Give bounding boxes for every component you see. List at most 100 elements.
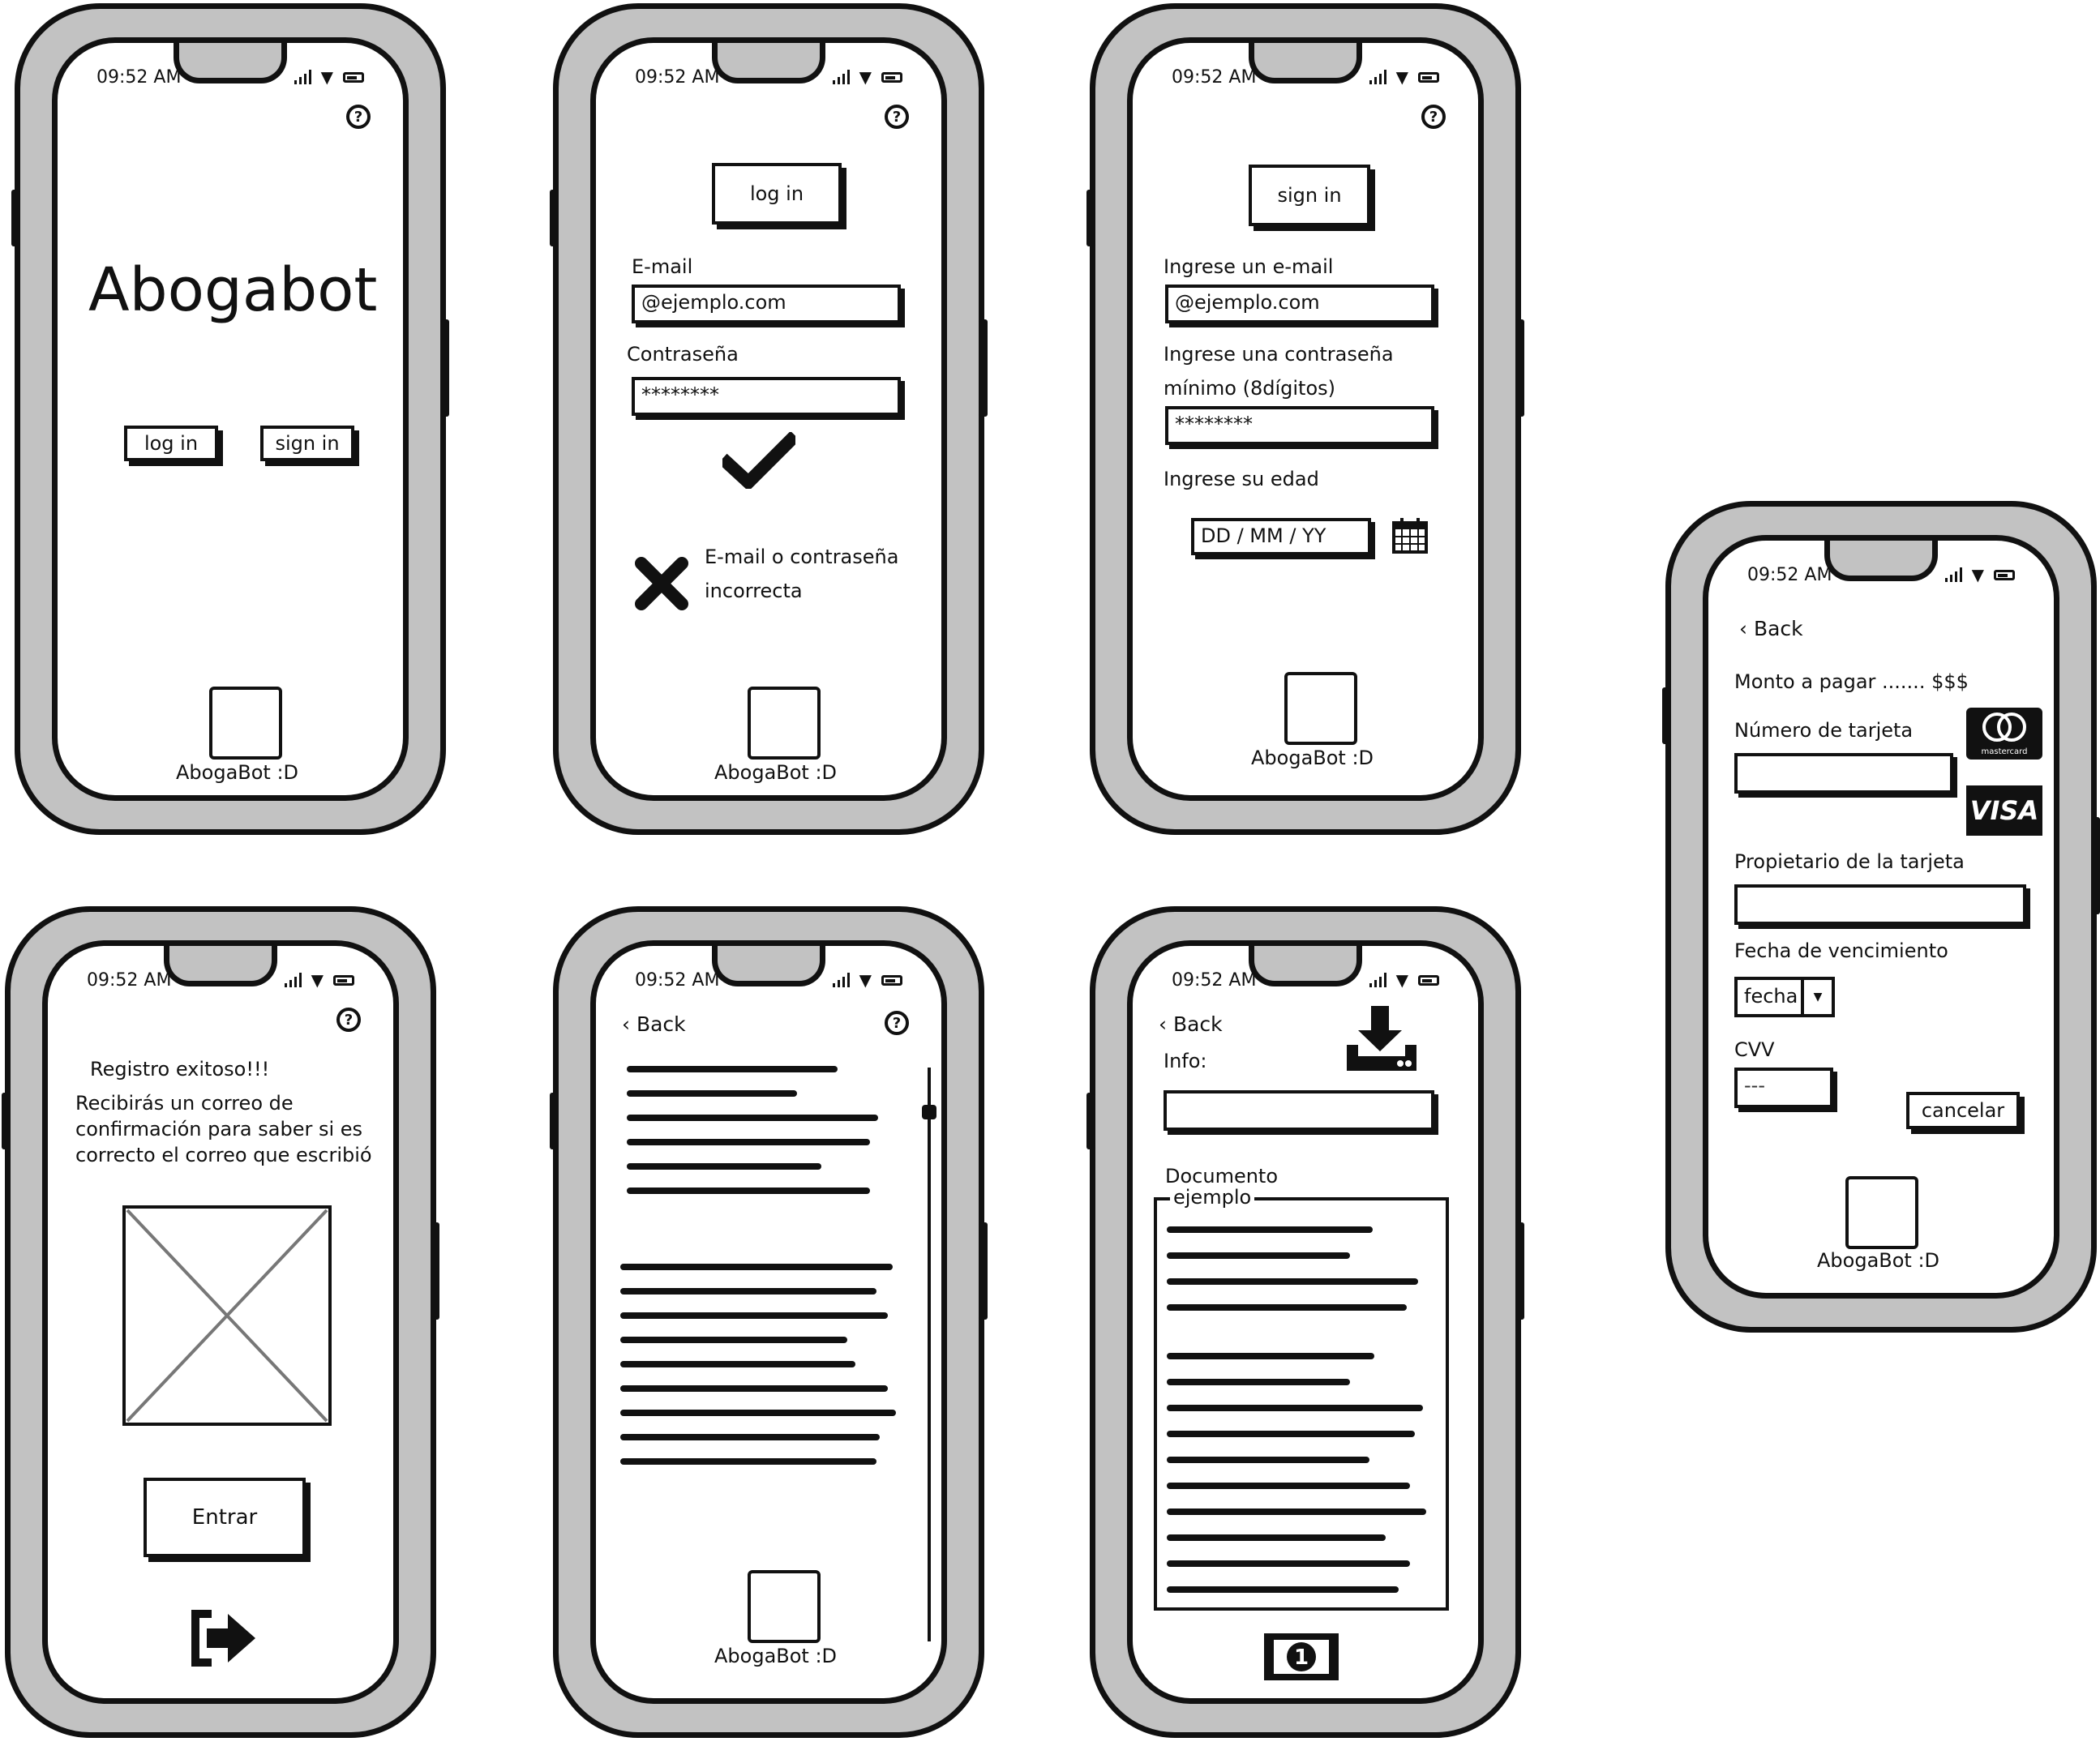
bot-avatar bbox=[748, 1570, 821, 1643]
status-icons: ▼ bbox=[1369, 67, 1439, 87]
text-line bbox=[620, 1264, 893, 1270]
screen: 09:52 AM ▼ ? Registro exitoso!!! Recibir… bbox=[42, 940, 399, 1704]
side-button bbox=[1086, 1093, 1095, 1149]
visa-logo[interactable]: VISA bbox=[1966, 785, 2042, 836]
side-button bbox=[1662, 687, 1671, 744]
email-label: Ingrese un e-mail bbox=[1164, 255, 1334, 278]
notch bbox=[164, 946, 277, 986]
mastercard-icon bbox=[1982, 713, 2026, 742]
info-input[interactable] bbox=[1164, 1090, 1434, 1131]
password-hint: mínimo (8dígitos) bbox=[1164, 377, 1336, 400]
error-line-2: incorrecta bbox=[705, 580, 803, 602]
text-line bbox=[620, 1337, 847, 1343]
battery-icon bbox=[343, 71, 364, 83]
expiry-select[interactable]: fecha ▼ bbox=[1734, 977, 1835, 1017]
document-box bbox=[1154, 1197, 1449, 1611]
side-button bbox=[1515, 1222, 1524, 1320]
battery-icon bbox=[1418, 71, 1439, 83]
help-icon[interactable]: ? bbox=[885, 105, 909, 129]
amount-label: Monto a pagar ....... $$$ bbox=[1734, 670, 1969, 693]
password-label: Contraseña bbox=[627, 343, 739, 366]
signin-button[interactable]: sign in bbox=[1249, 165, 1370, 226]
bot-avatar bbox=[1845, 1176, 1918, 1249]
help-icon[interactable]: ? bbox=[346, 105, 371, 129]
phone-registered: 09:52 AM ▼ ? Registro exitoso!!! Recibir… bbox=[2, 906, 439, 1738]
bot-label: AbogaBot :D bbox=[714, 761, 838, 784]
status-icons: ▼ bbox=[1944, 565, 2015, 584]
owner-label: Propietario de la tarjeta bbox=[1734, 850, 1965, 873]
money-icon[interactable]: 1 bbox=[1262, 1632, 1340, 1682]
expiry-select-value: fecha bbox=[1744, 985, 1798, 1008]
text-line bbox=[1167, 1508, 1426, 1515]
phone-welcome: 09:52 AM ▼ ? Abogabot log in sign in Abo… bbox=[11, 3, 449, 835]
age-label: Ingrese su edad bbox=[1164, 468, 1319, 490]
cancel-button[interactable]: cancelar bbox=[1906, 1092, 2020, 1129]
password-input[interactable]: ******** bbox=[632, 377, 901, 416]
battery-icon bbox=[333, 974, 354, 986]
side-button bbox=[979, 1222, 988, 1320]
text-line bbox=[627, 1139, 870, 1145]
password-label: Ingrese una contraseña bbox=[1164, 343, 1394, 366]
text-line bbox=[620, 1434, 880, 1440]
document-legend: ejemplo bbox=[1170, 1186, 1255, 1209]
text-line bbox=[620, 1385, 888, 1392]
wifi-icon: ▼ bbox=[859, 67, 872, 87]
notch bbox=[1249, 43, 1362, 83]
side-button bbox=[11, 190, 20, 246]
text-line bbox=[620, 1458, 876, 1465]
signal-icon bbox=[284, 973, 302, 987]
owner-input[interactable] bbox=[1734, 884, 2026, 925]
side-button bbox=[440, 319, 449, 417]
mastercard-logo[interactable]: mastercard bbox=[1966, 708, 2042, 760]
wifi-icon: ▼ bbox=[1971, 565, 1984, 584]
text-line bbox=[627, 1066, 838, 1072]
email-input[interactable]: @ejemplo.com bbox=[632, 285, 901, 323]
app-title: Abogabot bbox=[88, 255, 378, 325]
card-number-input[interactable] bbox=[1734, 753, 1953, 794]
scrollbar-thumb[interactable] bbox=[922, 1105, 936, 1119]
battery-icon bbox=[1994, 569, 2015, 580]
status-time: 09:52 AM bbox=[87, 970, 172, 991]
text-line bbox=[1167, 1586, 1399, 1593]
chevron-left-icon: ‹ bbox=[1159, 1012, 1167, 1036]
error-line-1: E-mail o contraseña bbox=[705, 546, 899, 568]
status-time: 09:52 AM bbox=[635, 67, 720, 88]
back-button[interactable]: ‹ Back bbox=[622, 1012, 686, 1036]
screen: 09:52 AM ▼ ‹ Back Monto a pagar ....... … bbox=[1703, 535, 2059, 1299]
document-label: Documento bbox=[1165, 1165, 1279, 1188]
bot-avatar bbox=[209, 687, 282, 760]
download-icon[interactable] bbox=[1344, 1004, 1421, 1074]
wifi-icon: ▼ bbox=[859, 970, 872, 990]
side-button bbox=[1515, 319, 1524, 417]
expiry-label: Fecha de vencimiento bbox=[1734, 939, 1948, 962]
exit-icon[interactable] bbox=[187, 1609, 260, 1667]
scrollbar[interactable] bbox=[928, 1068, 931, 1641]
signal-icon bbox=[1944, 567, 1962, 582]
status-time: 09:52 AM bbox=[635, 970, 720, 991]
battery-icon bbox=[881, 71, 902, 83]
date-input[interactable]: DD / MM / YY bbox=[1191, 518, 1371, 555]
enter-button[interactable]: Entrar bbox=[144, 1478, 306, 1557]
status-icons: ▼ bbox=[1369, 970, 1439, 990]
help-icon[interactable]: ? bbox=[885, 1011, 909, 1035]
back-button[interactable]: ‹ Back bbox=[1159, 1012, 1223, 1036]
back-button[interactable]: ‹ Back bbox=[1739, 617, 1803, 640]
phone-login: 09:52 AM ▼ ? log in E-mail @ejemplo.com … bbox=[550, 3, 988, 835]
help-icon[interactable]: ? bbox=[336, 1008, 361, 1032]
password-input[interactable]: ******** bbox=[1165, 406, 1434, 445]
login-button[interactable]: log in bbox=[712, 163, 842, 225]
bot-label: AbogaBot :D bbox=[1251, 747, 1374, 769]
help-icon[interactable]: ? bbox=[1421, 105, 1446, 129]
back-label: Back bbox=[1172, 1012, 1223, 1036]
status-icons: ▼ bbox=[284, 970, 354, 990]
message-line-1: Recibirás un correo de bbox=[75, 1092, 294, 1115]
calendar-icon[interactable] bbox=[1391, 516, 1429, 555]
phone-document: 09:52 AM ▼ ‹ Back Info: Documento ejempl… bbox=[1086, 906, 1524, 1738]
text-line bbox=[627, 1090, 797, 1097]
image-placeholder bbox=[122, 1205, 332, 1426]
signin-button[interactable]: sign in bbox=[260, 426, 354, 461]
cvv-input[interactable]: --- bbox=[1734, 1068, 1833, 1108]
text-line bbox=[627, 1115, 878, 1121]
login-button[interactable]: log in bbox=[124, 426, 218, 461]
email-input[interactable]: @ejemplo.com bbox=[1165, 285, 1434, 323]
